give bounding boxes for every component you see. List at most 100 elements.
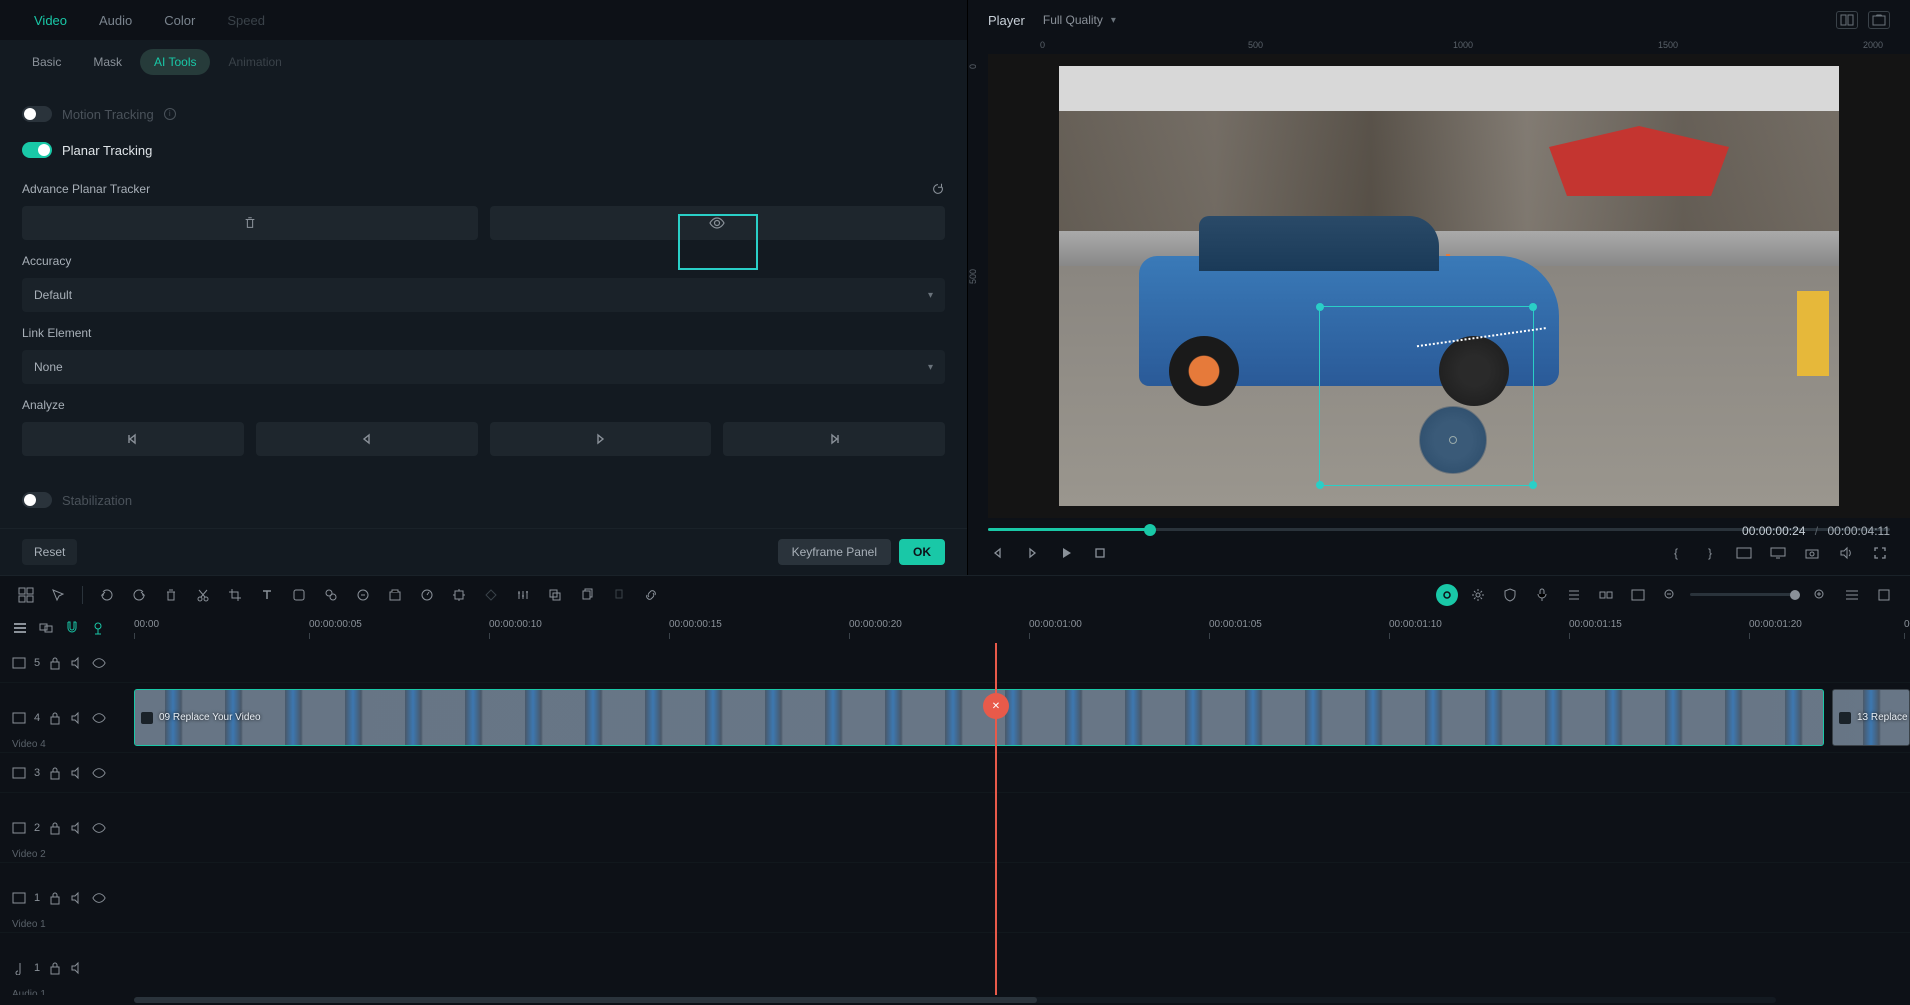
tl-overlap-icon[interactable] — [38, 620, 54, 636]
accuracy-select[interactable]: Default ▾ — [22, 278, 945, 312]
fullscreen-icon[interactable] — [1870, 543, 1890, 563]
undo-icon[interactable] — [95, 583, 119, 607]
video-frame — [1059, 66, 1839, 506]
keyframe-panel-button[interactable]: Keyframe Panel — [778, 539, 891, 565]
zoom-slider[interactable] — [1690, 593, 1800, 596]
stabilization-toggle[interactable] — [22, 492, 52, 508]
chevron-down-icon: ▾ — [928, 362, 933, 373]
subtab-mask[interactable]: Mask — [79, 49, 136, 75]
stop-button[interactable] — [1090, 543, 1110, 563]
timeline-ruler[interactable]: 00:00 00:00:00:05 00:00:00:10 00:00:00:1… — [134, 613, 1910, 643]
analyze-forward-all-button[interactable] — [723, 422, 945, 456]
volume-icon[interactable] — [1836, 543, 1856, 563]
delete-tracker-button[interactable] — [22, 206, 478, 240]
compare-icon[interactable] — [1836, 11, 1858, 29]
speed-icon[interactable] — [415, 583, 439, 607]
clip-secondary[interactable]: 13 Replace Y — [1832, 689, 1910, 746]
scrubber-thumb[interactable] — [1144, 524, 1156, 536]
fit-icon[interactable] — [1872, 583, 1896, 607]
tl-marker-icon[interactable] — [90, 620, 106, 636]
lock-icon[interactable] — [48, 891, 62, 905]
planar-tracking-toggle[interactable] — [22, 142, 52, 158]
next-frame-button[interactable] — [1022, 543, 1042, 563]
mute-icon[interactable] — [70, 891, 84, 905]
transition-icon[interactable] — [351, 583, 375, 607]
analyze-back-all-button[interactable] — [22, 422, 244, 456]
copy-icon[interactable] — [575, 583, 599, 607]
auto-ripple-button[interactable] — [1436, 584, 1458, 606]
camera-icon[interactable] — [1802, 543, 1822, 563]
mute-icon[interactable] — [70, 711, 84, 725]
toolbox-icon[interactable] — [14, 583, 38, 607]
text-icon[interactable] — [255, 583, 279, 607]
subtab-ai-tools[interactable]: AI Tools — [140, 49, 210, 75]
snapshot-icon[interactable] — [1868, 11, 1890, 29]
grid-view-icon[interactable] — [1840, 583, 1864, 607]
hide-icon[interactable] — [92, 891, 106, 905]
mute-icon[interactable] — [70, 656, 84, 670]
ratio-icon[interactable] — [1734, 543, 1754, 563]
cut-icon[interactable] — [191, 583, 215, 607]
tab-video[interactable]: Video — [18, 5, 83, 36]
list-icon[interactable] — [1562, 583, 1586, 607]
link-icon[interactable] — [639, 583, 663, 607]
preview-canvas[interactable] — [988, 54, 1910, 518]
zoom-out-icon[interactable] — [1658, 583, 1682, 607]
magnifier[interactable] — [1419, 406, 1487, 474]
effects-icon[interactable] — [319, 583, 343, 607]
play-button[interactable] — [1056, 543, 1076, 563]
planar-tracking-label: Planar Tracking — [62, 143, 152, 158]
mute-icon[interactable] — [70, 961, 84, 975]
timeline-scrollbar-thumb[interactable] — [134, 997, 1037, 1003]
track-icon[interactable] — [447, 583, 471, 607]
color-icon[interactable] — [383, 583, 407, 607]
lock-icon[interactable] — [48, 656, 62, 670]
hide-icon[interactable] — [92, 821, 106, 835]
select-icon[interactable] — [46, 583, 70, 607]
delete-icon[interactable] — [159, 583, 183, 607]
clip-main[interactable]: 09 Replace Your Video — [134, 689, 1824, 746]
analyze-back-button[interactable] — [256, 422, 478, 456]
hide-icon[interactable] — [92, 711, 106, 725]
motion-tracking-toggle[interactable] — [22, 106, 52, 122]
lock-icon[interactable] — [48, 766, 62, 780]
crop-icon[interactable] — [223, 583, 247, 607]
mute-icon[interactable] — [70, 766, 84, 780]
subtab-basic[interactable]: Basic — [18, 49, 75, 75]
subtab-animation: Animation — [214, 49, 295, 75]
analyze-forward-button[interactable] — [490, 422, 712, 456]
hide-icon[interactable] — [92, 656, 106, 670]
group-icon[interactable] — [543, 583, 567, 607]
lock-icon[interactable] — [48, 711, 62, 725]
display-icon[interactable] — [1768, 543, 1788, 563]
zoom-thumb[interactable] — [1790, 590, 1800, 600]
player-title: Player — [988, 13, 1025, 28]
mixer-icon[interactable] — [1594, 583, 1618, 607]
ok-button[interactable]: OK — [899, 539, 945, 565]
sticker-icon[interactable] — [287, 583, 311, 607]
mic-icon[interactable] — [1530, 583, 1554, 607]
preview-tracker-button[interactable] — [490, 206, 946, 240]
quality-select[interactable]: Full Quality ▾ — [1043, 13, 1116, 27]
redo-icon[interactable] — [127, 583, 151, 607]
bracket-out-icon[interactable]: } — [1700, 543, 1720, 563]
render-icon[interactable] — [1626, 583, 1650, 607]
mute-icon[interactable] — [70, 821, 84, 835]
bracket-in-icon[interactable]: { — [1666, 543, 1686, 563]
timeline-scrollbar[interactable] — [134, 997, 1776, 1003]
link-element-select[interactable]: None ▾ — [22, 350, 945, 384]
tab-color[interactable]: Color — [148, 5, 211, 36]
shield-icon[interactable] — [1498, 583, 1522, 607]
reset-button[interactable]: Reset — [22, 539, 77, 565]
tl-magnet-icon[interactable] — [64, 620, 80, 636]
tab-audio[interactable]: Audio — [83, 5, 148, 36]
zoom-in-icon[interactable] — [1808, 583, 1832, 607]
prev-frame-button[interactable] — [988, 543, 1008, 563]
tl-options-icon[interactable] — [12, 620, 28, 636]
settings-icon[interactable] — [1466, 583, 1490, 607]
hide-icon[interactable] — [92, 766, 106, 780]
reset-icon[interactable] — [931, 182, 945, 196]
lock-icon[interactable] — [48, 821, 62, 835]
adjust-icon[interactable] — [511, 583, 535, 607]
lock-icon[interactable] — [48, 961, 62, 975]
